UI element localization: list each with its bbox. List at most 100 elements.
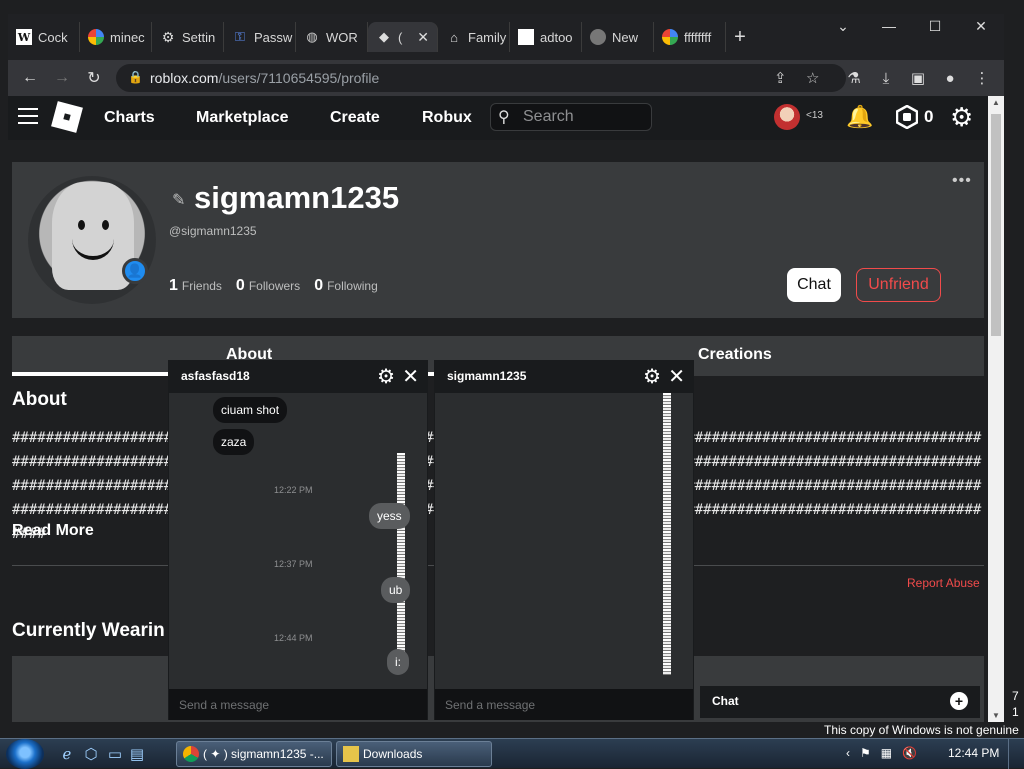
chat-close-icon[interactable]: ✕ [402,364,419,389]
search-input[interactable] [523,108,643,126]
globe-icon: ◍ [306,29,318,44]
forward-icon[interactable]: → [50,66,74,90]
tab-label: Cock [38,29,68,45]
folder-icon [343,746,359,762]
side-digits: 7 1 [1012,688,1019,720]
chat-dock[interactable]: Chat + [700,686,980,718]
chat-title: sigmamn1235 [447,369,527,383]
currently-wearing-heading: Currently Wearin [12,620,165,641]
nav-marketplace[interactable]: Marketplace [196,109,289,127]
start-button[interactable] [6,739,44,769]
flag-icon[interactable]: ⚑ [860,746,871,760]
read-more-link[interactable]: Read More [12,522,94,540]
tab-creations[interactable]: Creations [698,346,772,364]
friends-stat[interactable]: 1 Friends [169,277,222,295]
lock-icon[interactable]: 🔒 [128,70,143,84]
followers-stat[interactable]: 0 Followers [236,277,300,295]
search-icon[interactable]: ⚲ [498,107,510,127]
roblox-header: Charts Marketplace Create Robux ⚲ <13 🔔 … [8,96,988,140]
network-icon[interactable]: ▦ [881,746,892,760]
maximize-icon[interactable]: ☐ [912,14,958,38]
omnibox[interactable]: 🔒 roblox.com/users/7110654595/profile ⇪ … [116,64,846,92]
tray-expand-icon[interactable]: ‹ [846,746,850,760]
garbled-message-text [663,393,671,675]
tab-list: W Cock minec ⚙ Settin ⚿ Passw ◍ WOR ◆ (✕ ⌂ Fam… [8,22,754,52]
nav-create[interactable]: Create [330,109,380,127]
more-options-icon[interactable]: ••• [952,172,972,190]
edit-icon[interactable]: ✎ [172,190,185,210]
browser-tab-5[interactable]: ◍ WOR [296,22,368,52]
app-cube-icon[interactable]: ⬡ [82,745,100,763]
chat-message-input[interactable] [169,689,427,720]
chat-settings-gear-icon[interactable]: ⚙ [643,364,661,389]
nav-robux[interactable]: Robux [422,109,472,127]
browser-tab-7[interactable]: ⌂ Family [438,22,510,52]
robux-icon[interactable] [896,105,918,129]
settings-gear-icon[interactable]: ⚙ [950,102,973,133]
user-avatar[interactable] [774,104,800,130]
share-icon[interactable]: ⇪ [774,69,787,87]
hamburger-menu-icon[interactable] [18,108,38,124]
robux-count[interactable]: 0 [924,107,933,127]
new-chat-plus-icon[interactable]: + [950,692,968,710]
browser-tab-3[interactable]: ⚙ Settin [152,22,224,52]
scroll-up-icon[interactable]: ▲ [988,98,1004,107]
chat-header[interactable]: sigmamn1235 ⚙ ✕ [435,361,693,393]
browser-tab-active[interactable]: ◆ (✕ [368,22,438,52]
taskbar-button-label: Downloads [363,747,423,761]
scrollbar-thumb[interactable] [991,114,1001,336]
chrome-icon [183,746,199,762]
notification-bell-icon[interactable]: 🔔 [846,104,873,130]
close-tab-icon[interactable]: ✕ [417,29,429,46]
kebab-menu-icon[interactable]: ⋮ [970,66,994,90]
message-timestamp: 12:22 PM [274,485,313,495]
browser-tab-10[interactable]: ffffffff [654,22,726,52]
switch-windows-icon[interactable]: ▤ [128,745,146,763]
message-bubble-sent: yess [369,503,410,529]
show-desktop-button[interactable] [1008,739,1024,769]
download-icon[interactable]: ⤓ [874,66,898,90]
followers-count: 0 [235,277,245,294]
windows-genuine-notice: This copy of Windows is not genuine [824,723,1019,737]
tab-search-icon[interactable]: ⌄ [820,14,866,38]
browser-tab-8[interactable]: adtoo [510,22,582,52]
chat-settings-gear-icon[interactable]: ⚙ [377,364,395,389]
nav-charts[interactable]: Charts [104,109,155,127]
window-controls: ⌄ — ☐ ✕ [820,14,1004,38]
taskbar-chrome-window[interactable]: ( ✦ ) sigmamn1235 -... [176,741,332,767]
chat-window-asfasfasd18: asfasfasd18 ⚙ ✕ ciuam shot zaza 12:22 PM… [168,360,428,720]
roblox-logo-icon[interactable] [51,101,83,133]
back-icon[interactable]: ← [18,66,42,90]
reload-icon[interactable]: ↻ [82,66,106,90]
close-window-icon[interactable]: ✕ [958,14,1004,38]
browser-tab-4[interactable]: ⚿ Passw [224,22,296,52]
unfriend-button[interactable]: Unfriend [856,268,941,302]
new-tab-button[interactable]: + [726,22,754,52]
tab-label: Passw [254,29,293,45]
chat-window-sigmamn1235: sigmamn1235 ⚙ ✕ [434,360,694,720]
url-text[interactable]: roblox.com/users/7110654595/profile [150,70,379,86]
chat-header[interactable]: asfasfasd18 ⚙ ✕ [169,361,427,393]
browser-tab-9[interactable]: New [582,22,654,52]
chat-message-input[interactable] [435,689,693,720]
tab-label: ( [398,29,403,45]
volume-muted-icon[interactable]: 🔇 [902,746,917,760]
taskbar-button-label: ( ✦ ) sigmamn1235 -... [203,747,324,761]
taskbar-clock[interactable]: 12:44 PM [948,746,999,760]
taskbar-downloads-window[interactable]: Downloads [336,741,492,767]
report-abuse-link[interactable]: Report Abuse [907,576,980,590]
minimize-icon[interactable]: — [866,14,912,38]
chat-close-icon[interactable]: ✕ [668,364,685,389]
browser-tab-1[interactable]: W Cock [8,22,80,52]
sidepanel-icon[interactable]: ▣ [906,66,930,90]
profile-icon[interactable]: ● [938,66,962,90]
page-scrollbar[interactable]: ▲ ▼ [988,96,1004,722]
chat-button[interactable]: Chat [787,268,841,302]
following-stat[interactable]: 0 Following [314,277,378,295]
bookmark-star-icon[interactable]: ☆ [806,69,819,87]
browser-tab-2[interactable]: minec [80,22,152,52]
extension-flask-icon[interactable]: ⚗ [842,66,866,90]
show-desktop-icon[interactable]: ▭ [106,745,124,763]
scroll-down-icon[interactable]: ▼ [988,711,1004,720]
internet-explorer-icon[interactable]: ℯ [58,745,76,763]
